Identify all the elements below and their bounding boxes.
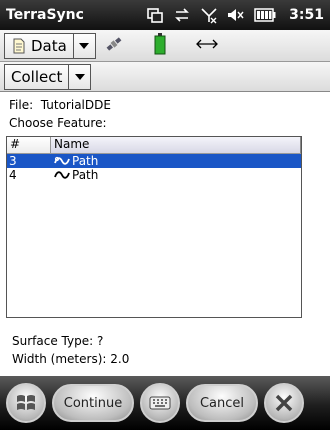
start-button[interactable]: [6, 383, 46, 423]
softkey-bar: Continue Cancel: [0, 376, 330, 430]
document-icon: [13, 38, 25, 53]
file-label: File:: [9, 98, 34, 112]
mode-dropdown-text: Collect: [11, 67, 63, 86]
feature-list-header: # Name: [7, 137, 301, 154]
title-bar: TerraSync 3:51: [0, 0, 330, 30]
feature-list[interactable]: # Name 3 Path 4 Path: [6, 136, 302, 318]
keyboard-icon: [149, 396, 171, 410]
keyboard-button[interactable]: [140, 383, 180, 423]
app-title: TerraSync: [6, 7, 84, 23]
cancel-button[interactable]: Cancel: [186, 384, 258, 422]
status-toolbar-icons: [104, 33, 218, 58]
line-feature-icon: [54, 156, 70, 165]
data-connection-icon[interactable]: [146, 6, 164, 24]
feature-attributes: Surface Type: ? Width (meters): 2.0: [9, 332, 129, 368]
no-signal-icon[interactable]: [200, 6, 218, 24]
windows-start-icon: [17, 395, 35, 410]
surface-type: Surface Type: ?: [12, 334, 104, 348]
feature-number: 3: [9, 154, 17, 168]
column-header-number[interactable]: #: [7, 137, 51, 153]
satellite-icon[interactable]: [104, 34, 124, 57]
close-button[interactable]: [264, 383, 304, 423]
feature-number: 4: [9, 168, 17, 182]
continue-button[interactable]: Continue: [52, 384, 134, 422]
clock: 3:51: [289, 7, 324, 23]
line-feature-icon: [54, 171, 70, 179]
chevron-down-icon[interactable]: [68, 64, 90, 89]
list-item[interactable]: 3 Path: [7, 154, 301, 168]
section-dropdown-text: Data: [31, 36, 67, 55]
volume-muted-icon[interactable]: [227, 6, 245, 24]
close-icon: [275, 394, 293, 412]
feature-name: Path: [72, 168, 99, 182]
choose-feature-label: Choose Feature:: [9, 116, 107, 130]
distance-arrow-icon[interactable]: [195, 38, 218, 53]
battery-icon[interactable]: [254, 6, 276, 24]
feature-name-cell: Path: [51, 168, 98, 182]
section-dropdown[interactable]: Data: [4, 32, 96, 59]
feature-name-cell: Path: [51, 154, 98, 168]
feature-name: Path: [72, 154, 99, 168]
width-value: Width (meters): 2.0: [12, 352, 130, 366]
file-line: File: TutorialDDE: [6, 96, 324, 114]
section-dropdown-label: Data: [5, 34, 73, 58]
column-header-name[interactable]: Name: [51, 137, 301, 153]
collect-form: File: TutorialDDE Choose Feature: # Name…: [0, 92, 330, 376]
status-icons: 3:51: [146, 6, 324, 24]
sync-icon[interactable]: [173, 6, 191, 24]
chevron-down-icon[interactable]: [72, 33, 95, 58]
mode-toolbar: Collect: [0, 62, 330, 92]
list-item[interactable]: 4 Path: [7, 168, 301, 182]
file-value: TutorialDDE: [40, 98, 111, 112]
mode-dropdown[interactable]: Collect: [4, 63, 92, 90]
main-toolbar: Data: [0, 30, 330, 62]
battery-level-icon[interactable]: [154, 33, 166, 58]
